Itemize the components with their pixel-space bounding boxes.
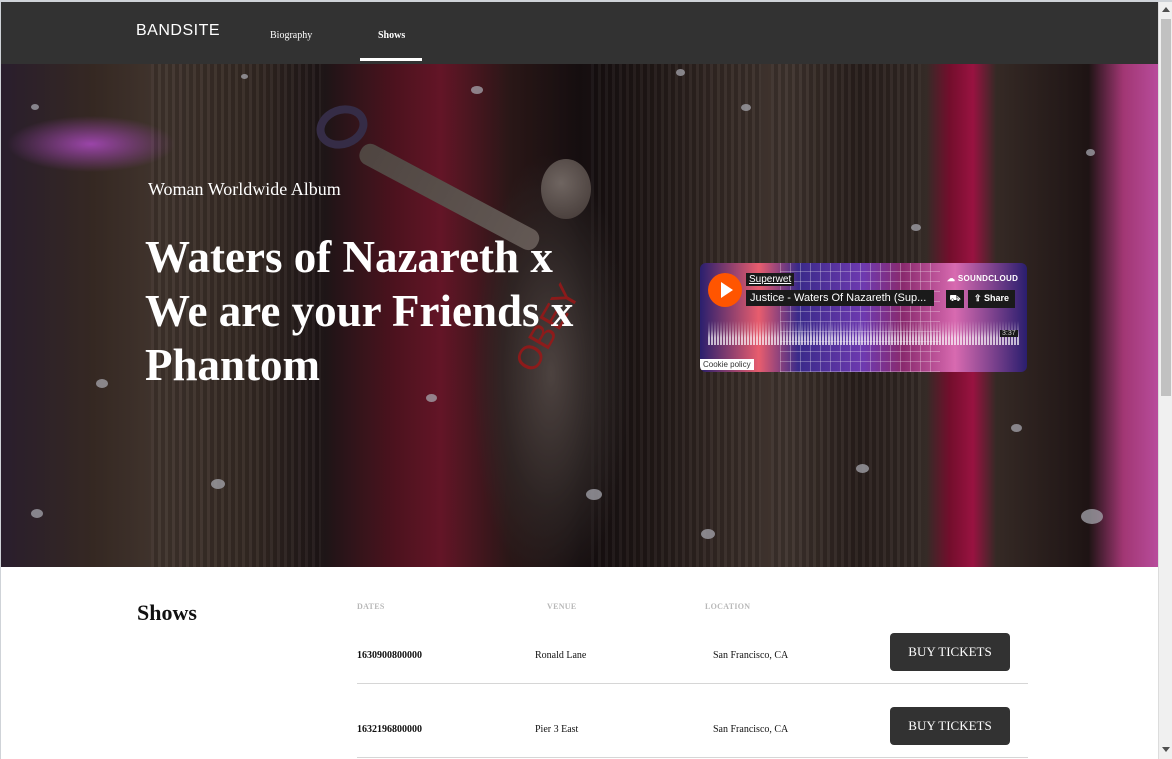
show-row: 1630900800000 Ronald Lane San Francisco,… — [357, 610, 1028, 684]
show-venue: Ronald Lane — [535, 650, 587, 661]
page: BANDSITE Biography Shows OBEY Woman Worl… — [0, 0, 1172, 759]
nav-link-biography[interactable]: Biography — [270, 30, 312, 41]
cart-icon[interactable]: ⛟ — [946, 290, 964, 308]
vertical-scrollbar[interactable] — [1158, 2, 1172, 759]
hero-subtitle: Woman Worldwide Album — [148, 179, 341, 199]
soundcloud-player[interactable]: Superwet Justice - Waters Of Nazareth (S… — [700, 263, 1027, 372]
soundcloud-artwork — [780, 263, 940, 372]
site-header: BANDSITE Biography Shows — [1, 2, 1158, 64]
nav-link-shows[interactable]: Shows — [378, 30, 405, 41]
buy-tickets-button[interactable]: BUY TICKETS — [890, 707, 1010, 745]
soundcloud-track-title[interactable]: Justice - Waters Of Nazareth (Sup... — [746, 290, 934, 306]
show-location: San Francisco, CA — [713, 650, 789, 661]
soundcloud-cloud-icon: ☁ — [947, 274, 958, 283]
share-button[interactable]: ⇪ Share — [968, 290, 1016, 308]
scroll-down-arrow-icon[interactable] — [1162, 747, 1170, 752]
show-date: 1632196800000 — [357, 724, 422, 735]
share-icon: ⇪ — [974, 293, 985, 303]
soundcloud-logo[interactable]: ☁ SOUNDCLOUD — [947, 274, 1018, 283]
soundcloud-artist-link[interactable]: Superwet — [746, 273, 795, 286]
nav-active-indicator — [360, 58, 422, 61]
show-location: San Francisco, CA — [713, 724, 789, 735]
soundcloud-brand: SOUNDCLOUD — [957, 274, 1019, 283]
site-logo[interactable]: BANDSITE — [136, 22, 220, 40]
soundcloud-duration: 3:37 — [1000, 330, 1018, 337]
scroll-up-arrow-icon[interactable] — [1162, 7, 1170, 12]
show-date: 1630900800000 — [357, 650, 422, 661]
hero-banner: OBEY Woman Worldwide Album Waters of Naz… — [1, 64, 1158, 567]
show-row: 1632196800000 Pier 3 East San Francisco,… — [357, 684, 1028, 758]
show-venue: Pier 3 East — [535, 724, 579, 735]
hero-title: Waters of Nazareth x We are your Friends… — [145, 232, 574, 390]
soundcloud-waveform[interactable] — [708, 321, 1020, 345]
shows-heading: Shows — [137, 600, 197, 625]
buy-tickets-button[interactable]: BUY TICKETS — [890, 633, 1010, 671]
shows-section: Shows DATES VENUE LOCATION 1630900800000… — [1, 567, 1158, 759]
share-label: Share — [984, 293, 1010, 303]
play-icon[interactable] — [708, 273, 742, 307]
cookie-policy-link[interactable]: Cookie policy — [700, 359, 754, 370]
scrollbar-thumb[interactable] — [1161, 19, 1171, 396]
